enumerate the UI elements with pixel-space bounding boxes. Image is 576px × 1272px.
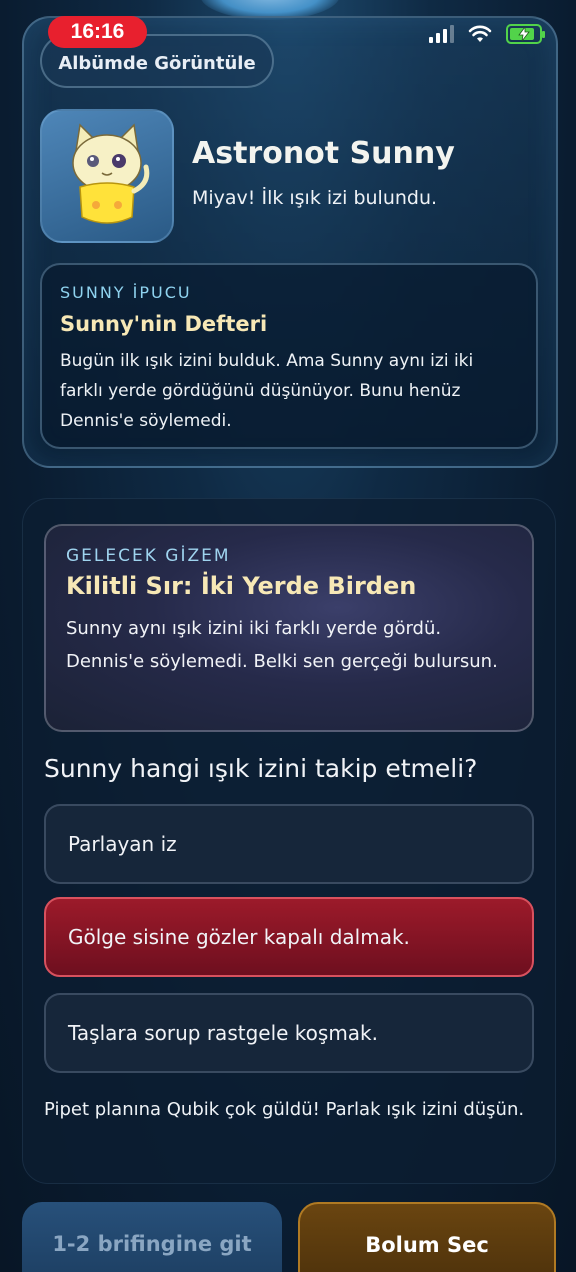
hint-eyebrow: SUNNY İPUCU [60,283,192,302]
answer-option[interactable]: Taşlara sorup rastgele koşmak. [44,993,534,1073]
hint-title: Sunny'nin Defteri [60,312,268,336]
battery-charging-icon [506,24,545,44]
quiz-question: Sunny hangi ışık izini takip etmeli? [44,754,478,783]
select-chapter-button[interactable]: Bolum Sec [298,1202,556,1272]
character-dialogue: Miyav! İlk ışık izi bulundu. [192,187,438,209]
astronaut-cat-icon [72,123,150,224]
hint-card: SUNNY İPUCU Sunny'nin Defteri Bugün ilk … [40,263,538,449]
character-avatar [40,109,174,243]
answer-option[interactable]: Parlayan iz [44,804,534,884]
mystery-eyebrow: GELECEK GİZEM [66,546,231,566]
answer-feedback: Pipet planına Qubik çok güldü! Parlak ış… [44,1099,525,1120]
go-to-briefing-button[interactable]: 1-2 brifingine git [22,1202,282,1272]
answer-option-selected[interactable]: Gölge sisine gözler kapalı dalmak. [44,897,534,977]
mystery-title: Kilitli Sır: İki Yerde Birden [66,572,417,600]
wifi-icon [468,25,492,42]
character-name: Astronot Sunny [192,136,455,171]
hint-body: Bugün ilk ışık izini bulduk. Ama Sunny a… [60,351,474,431]
status-icons [429,24,545,44]
locked-mystery-card: GELECEK GİZEM Kilitli Sır: İki Yerde Bir… [44,524,534,732]
cellular-signal-icon [429,25,454,43]
status-time: 16:16 [48,16,147,48]
mystery-body: Sunny aynı ışık izini iki farklı yerde g… [66,618,498,672]
